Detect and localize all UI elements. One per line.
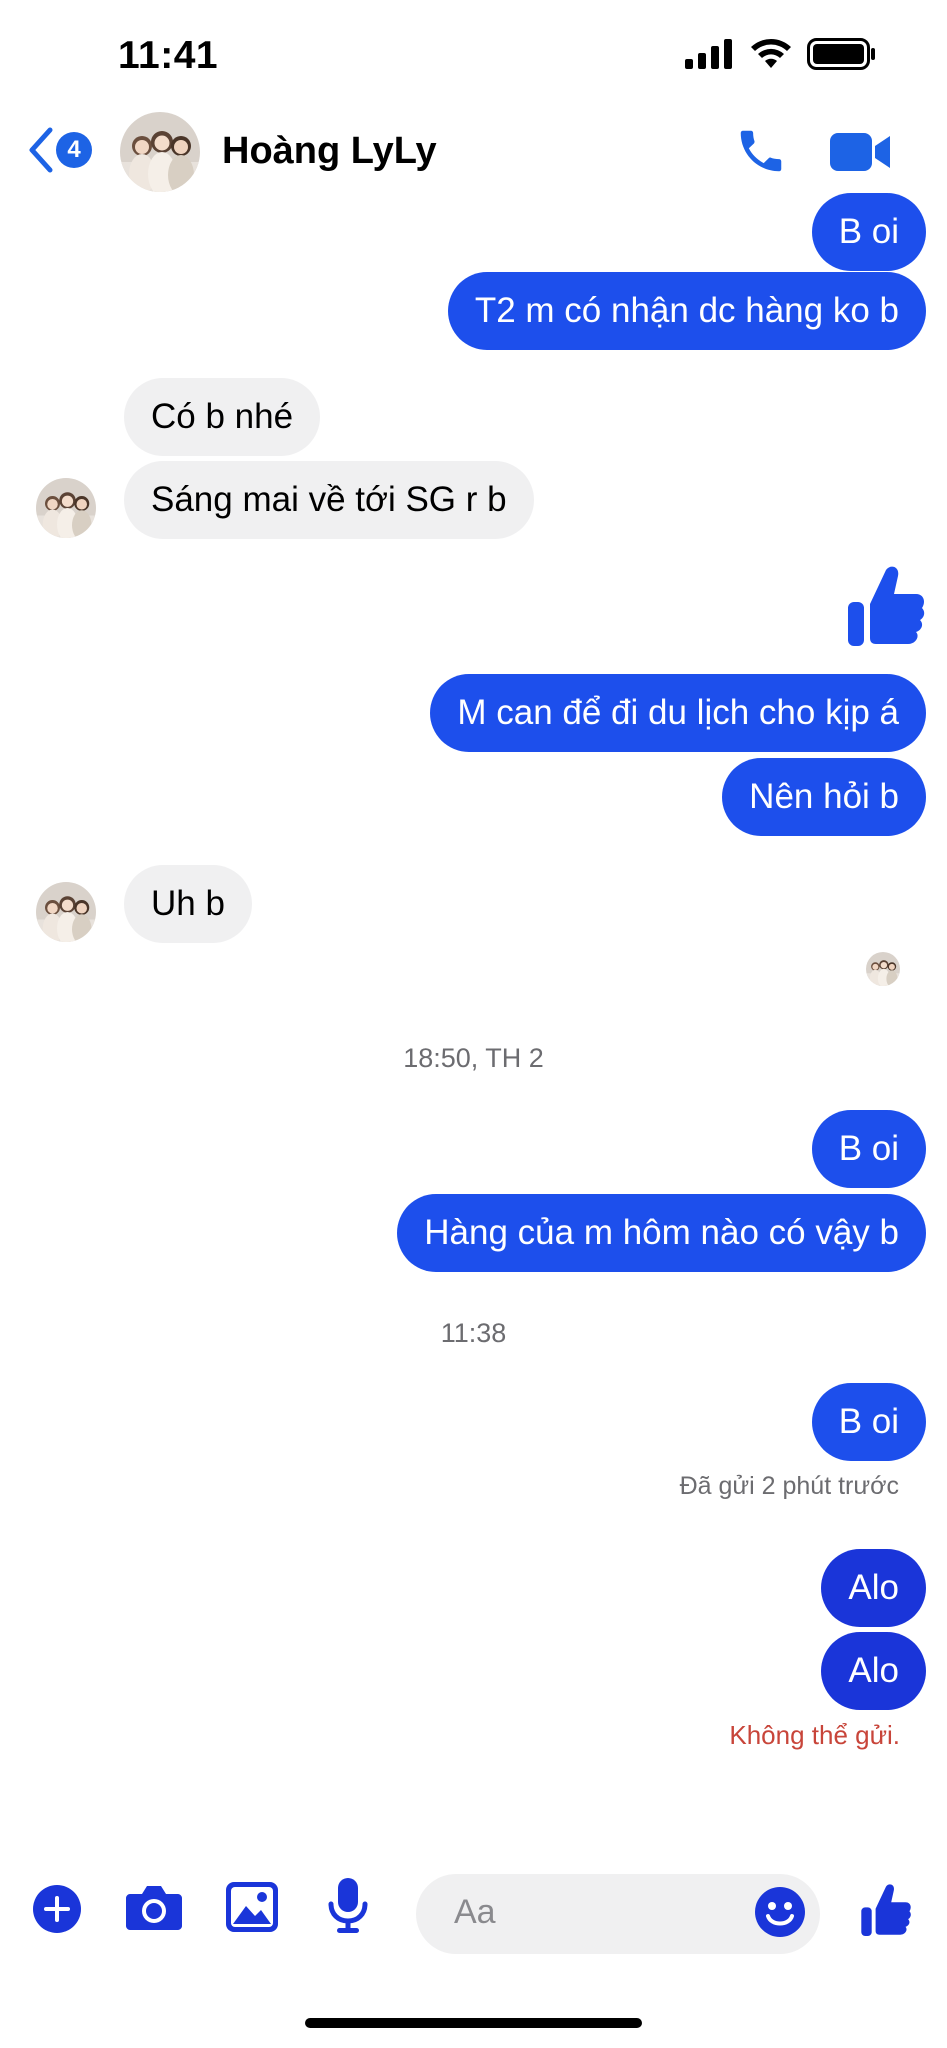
message-input[interactable] — [452, 1892, 756, 1933]
message-bubble-outgoing[interactable]: Nên hỏi b — [722, 758, 926, 836]
wifi-icon — [751, 39, 791, 68]
message-composer — [0, 1868, 947, 1958]
image-icon — [226, 1882, 278, 1932]
unread-badge: 4 — [56, 132, 92, 168]
message-bubble-incoming[interactable]: Sáng mai về tới SG r b — [124, 461, 534, 539]
message-input-container[interactable] — [416, 1874, 820, 1954]
smiley-icon — [755, 1887, 805, 1937]
add-button[interactable] — [32, 1884, 82, 1939]
sender-avatar — [36, 882, 96, 942]
failed-status[interactable]: Không thể gửi. — [729, 1720, 900, 1751]
message-bubble-incoming[interactable]: Uh b — [124, 865, 252, 943]
message-bubble-incoming[interactable]: Có b nhé — [124, 378, 321, 456]
message-bubble-outgoing[interactable]: M can để đi du lịch cho kịp á — [430, 674, 926, 752]
status-time: 11:41 — [118, 34, 219, 77]
microphone-icon — [328, 1878, 368, 1933]
message-bubble-outgoing[interactable]: B oi — [811, 1383, 926, 1461]
signal-icon — [685, 39, 732, 69]
camera-button[interactable] — [126, 1882, 182, 1937]
camera-icon — [126, 1886, 182, 1930]
read-receipt-avatar — [866, 952, 900, 986]
voice-record-button[interactable] — [328, 1878, 368, 1939]
conversation-timestamp: 11:38 — [440, 1318, 507, 1348]
battery-icon — [807, 38, 875, 70]
phone-icon — [740, 130, 782, 172]
message-bubble-outgoing[interactable]: B oi — [811, 1110, 926, 1188]
video-call-button[interactable] — [830, 130, 892, 179]
contact-name[interactable]: Hoàng LyLy — [222, 130, 437, 173]
status-icons — [685, 38, 877, 70]
conversation-timestamp: 18:50, TH 2 — [403, 1043, 544, 1073]
contact-avatar[interactable] — [120, 112, 200, 192]
message-bubble-outgoing[interactable]: T2 m có nhận dc hàng ko b — [447, 272, 926, 350]
message-bubble-failed[interactable]: Alo — [821, 1632, 926, 1710]
message-bubble-outgoing[interactable]: B oi — [811, 193, 926, 271]
sent-status: Đã gửi 2 phút trước — [679, 1472, 899, 1500]
message-bubble-outgoing[interactable]: Hàng của m hôm nào có vậy b — [397, 1194, 926, 1272]
back-button[interactable]: 4 — [26, 126, 92, 174]
thumbs-up-icon[interactable] — [846, 564, 926, 648]
voice-call-button[interactable] — [734, 124, 788, 183]
thumbs-up-icon — [861, 1884, 911, 1936]
chevron-left-icon — [29, 127, 53, 173]
home-indicator[interactable] — [305, 2018, 642, 2028]
plus-circle-icon — [33, 1885, 81, 1933]
gallery-button[interactable] — [226, 1882, 278, 1937]
sender-avatar — [36, 478, 96, 538]
emoji-button[interactable] — [754, 1886, 806, 1943]
conversation-header: 4 Hoàng LyLy — [0, 110, 947, 200]
message-bubble-failed[interactable]: Alo — [821, 1549, 926, 1627]
send-like-button[interactable] — [860, 1882, 912, 1943]
video-camera-icon — [830, 133, 890, 171]
